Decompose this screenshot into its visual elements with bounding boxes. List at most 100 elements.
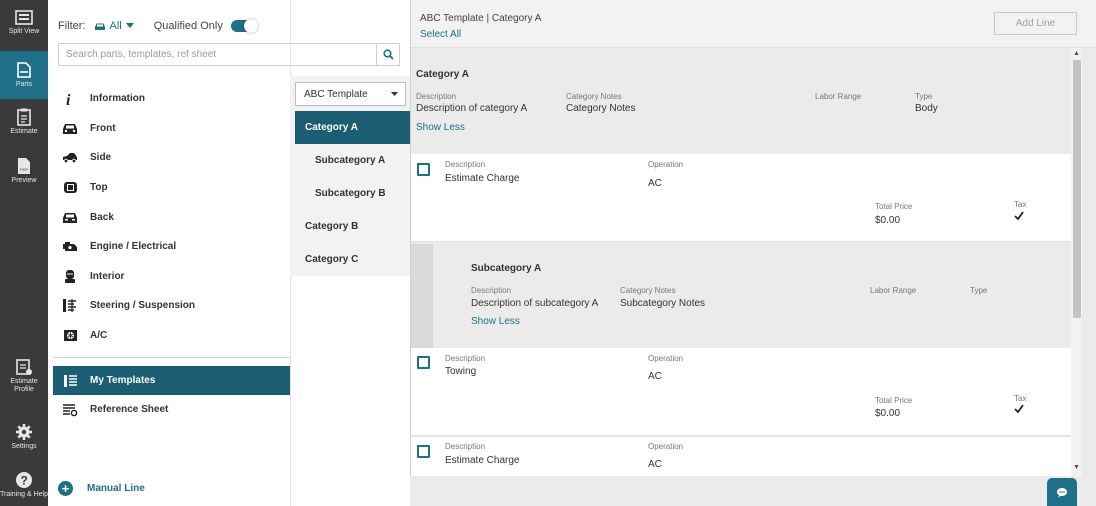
scroll-down-arrow-icon[interactable]: ▼ xyxy=(1073,464,1080,471)
category-block: Category A Description Description of ca… xyxy=(411,48,1083,154)
rail-preview[interactable]: PDF Preview xyxy=(0,157,48,187)
line-checkbox[interactable] xyxy=(417,356,430,369)
rail-training-help[interactable]: ? Training & Help xyxy=(0,471,48,499)
rail-estimate[interactable]: Estimate xyxy=(0,108,48,138)
subcategory-description: Description of subcategory A xyxy=(471,298,599,309)
category-label: Top xyxy=(90,182,108,194)
subcategory-description-label: Description xyxy=(471,286,512,295)
template-category-label: Subcategory B xyxy=(315,188,386,199)
category-type: Body xyxy=(915,103,938,114)
manual-line-label: Manual Line xyxy=(87,483,145,494)
detail-scroll-area: Category A Description Description of ca… xyxy=(411,48,1083,476)
my-templates-item[interactable]: My Templates xyxy=(53,366,290,395)
detail-header: ABC Template | Category A Select All Add… xyxy=(411,0,1096,48)
line-operation: AC xyxy=(648,371,662,382)
category-label: Interior xyxy=(90,270,125,282)
chat-button[interactable] xyxy=(1047,478,1077,506)
category-item-ac[interactable]: A/C xyxy=(48,321,290,351)
line-checkbox[interactable] xyxy=(417,163,430,176)
manual-line-button[interactable]: + Manual Line xyxy=(58,481,145,496)
line-operation-label: Operation xyxy=(648,354,684,363)
category-item-back[interactable]: Back xyxy=(48,202,290,232)
category-item-information[interactable]: i Information xyxy=(48,84,290,114)
checkmark-icon xyxy=(1014,211,1024,220)
search-button[interactable] xyxy=(376,44,399,65)
plus-icon: + xyxy=(58,481,73,496)
category-item-side[interactable]: Side xyxy=(48,143,290,173)
info-icon: i xyxy=(62,91,78,107)
select-all-link[interactable]: Select All xyxy=(420,29,461,40)
qualified-only-label: Qualified Only xyxy=(153,20,223,32)
scroll-up-arrow-icon[interactable]: ▲ xyxy=(1073,50,1080,57)
total-price: $0.00 xyxy=(875,408,901,419)
qualified-only-toggle[interactable] xyxy=(230,19,258,33)
category-label: Steering / Suspension xyxy=(90,300,196,312)
template-list-icon xyxy=(62,373,78,389)
show-less-link[interactable]: Show Less xyxy=(471,316,520,327)
chat-icon xyxy=(1057,487,1067,497)
total-price-label: Total Price xyxy=(875,202,913,211)
filter-dropdown[interactable]: All xyxy=(94,20,134,32)
category-item-top[interactable]: Top xyxy=(48,173,290,203)
template-category-a[interactable]: Category A xyxy=(295,111,410,144)
search-box xyxy=(58,43,400,66)
template-select[interactable]: ABC Template xyxy=(295,82,406,106)
category-description-label: Description xyxy=(416,92,457,101)
line-description: Estimate Charge xyxy=(445,455,520,466)
category-notes-label: Category Notes xyxy=(566,92,622,101)
template-subcategory-a[interactable]: Subcategory A xyxy=(295,144,410,177)
search-input[interactable] xyxy=(59,44,376,65)
template-select-value: ABC Template xyxy=(304,88,368,100)
rail-label: Estimate xyxy=(10,128,38,135)
tax-label: Tax xyxy=(1014,200,1027,209)
show-less-link[interactable]: Show Less xyxy=(416,122,465,133)
line-description: Towing xyxy=(445,366,477,377)
rail-split-view[interactable]: Split View xyxy=(0,10,48,44)
checkmark-icon xyxy=(1014,404,1024,413)
rail-settings[interactable]: Settings xyxy=(0,423,48,451)
template-column: ABC Template Category A Subcategory A Su… xyxy=(290,76,410,276)
breadcrumb: ABC Template | Category A xyxy=(420,13,542,24)
add-line-button[interactable]: Add Line xyxy=(994,12,1077,35)
rail-parts[interactable]: Parts xyxy=(0,51,48,99)
category-label: Back xyxy=(90,211,114,223)
template-category-b[interactable]: Category B xyxy=(295,210,410,243)
rail-label: Split View xyxy=(8,28,40,35)
category-item-interior[interactable]: Interior xyxy=(48,262,290,292)
vertical-scrollbar[interactable]: ▲ ▼ xyxy=(1071,48,1082,476)
filter-row: Filter: All Qualified Only xyxy=(58,18,258,34)
total-price: $0.00 xyxy=(875,215,901,226)
template-category-c[interactable]: Category C xyxy=(295,243,410,276)
template-subcategory-b[interactable]: Subcategory B xyxy=(295,177,410,210)
reference-sheet-item[interactable]: Reference Sheet xyxy=(53,395,290,424)
rail-label: Parts xyxy=(15,81,33,88)
subcategory-title: Subcategory A xyxy=(471,263,542,274)
total-price-label: Total Price xyxy=(875,396,913,405)
type-label: Type xyxy=(915,92,933,101)
category-item-front[interactable]: Front xyxy=(48,114,290,144)
search-icon xyxy=(382,49,394,60)
estimate-icon xyxy=(17,108,31,126)
tax-label: Tax xyxy=(1014,394,1027,403)
line-operation-label: Operation xyxy=(648,442,684,451)
my-templates-label: My Templates xyxy=(90,375,156,386)
svg-text:?: ? xyxy=(21,474,28,488)
category-item-engine-electrical[interactable]: Engine / Electrical xyxy=(48,232,290,262)
line-item: Description Towing Operation AC Total Pr… xyxy=(411,348,1072,436)
scrollbar-thumb[interactable] xyxy=(1073,60,1081,318)
line-operation-label: Operation xyxy=(648,160,684,169)
category-label: Information xyxy=(90,93,145,105)
filter-label: Filter: xyxy=(58,20,86,32)
rail-label: Settings xyxy=(11,443,37,450)
help-icon: ? xyxy=(16,472,32,488)
caret-down-icon xyxy=(391,91,398,96)
split-view-icon xyxy=(15,10,33,25)
category-description: Description of category A xyxy=(416,103,528,114)
rail-estimate-profile[interactable]: Estimate Profile xyxy=(0,358,48,396)
svg-text:i: i xyxy=(66,92,71,107)
car-top-icon xyxy=(62,180,78,196)
category-item-steering-suspension[interactable]: Steering / Suspension xyxy=(48,291,290,321)
bottom-spacer xyxy=(410,476,1096,506)
line-checkbox[interactable] xyxy=(417,445,430,458)
car-back-icon xyxy=(62,209,78,225)
